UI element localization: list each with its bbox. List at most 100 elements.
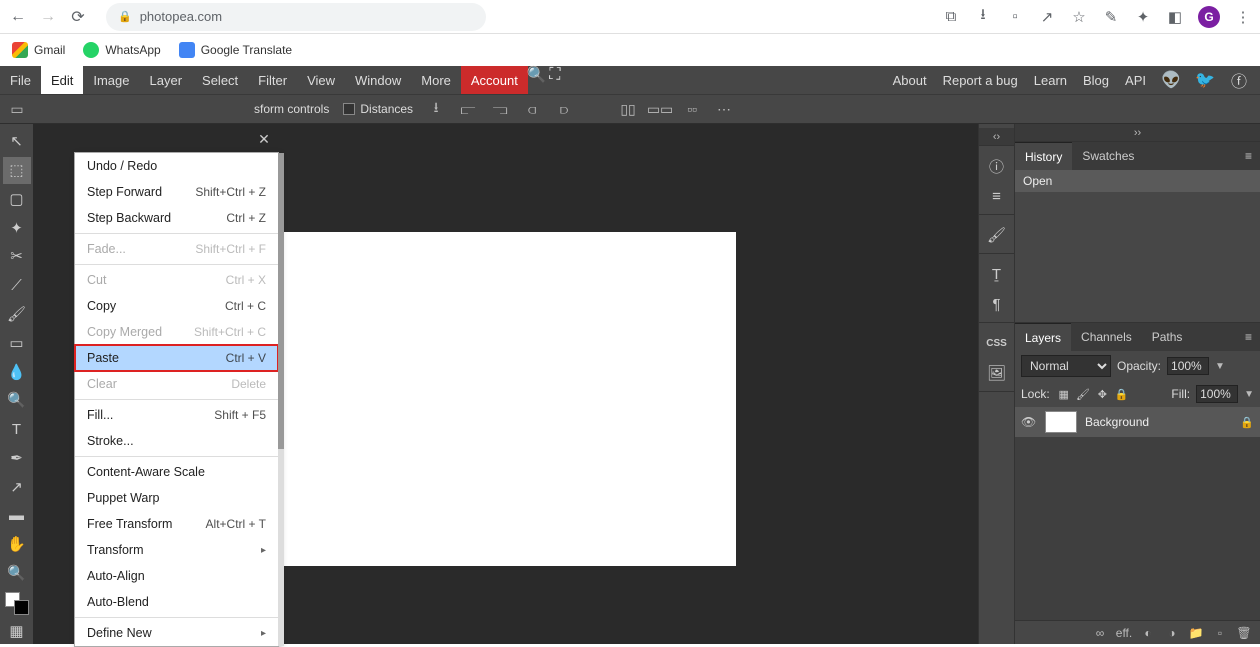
distribute-sp-icon[interactable]: ▫▫	[683, 100, 701, 118]
css-panel-icon[interactable]: CSS	[983, 329, 1011, 357]
zoom-tool[interactable]: 🔍	[3, 559, 31, 586]
fill-dropdown-icon[interactable]: ▼	[1244, 389, 1254, 400]
lock-trans-icon[interactable]: ▦	[1056, 386, 1072, 402]
blend-mode-select[interactable]: Normal	[1021, 355, 1111, 377]
lock-move-icon[interactable]: ✥	[1094, 386, 1110, 402]
folder-icon[interactable]: 📁	[1188, 625, 1204, 641]
tab-paths[interactable]: Paths	[1142, 323, 1193, 351]
address-bar[interactable]: 🔒 photopea.com	[106, 3, 486, 31]
dropdown-scrollbar[interactable]	[278, 153, 284, 646]
layer-thumbnail[interactable]	[1045, 411, 1077, 433]
menu-filter[interactable]: Filter	[248, 66, 297, 94]
paragraph-panel-icon[interactable]: ¶	[983, 290, 1011, 318]
color-swatches[interactable]	[5, 592, 29, 615]
align-top-icon[interactable]: ⫐	[555, 100, 573, 118]
download-icon[interactable]: ⭳	[974, 8, 992, 26]
twitter-icon[interactable]: 🐦	[1196, 71, 1214, 89]
mask-icon[interactable]: ◐	[1140, 625, 1156, 641]
image-panel-icon[interactable]: 🖼	[983, 359, 1011, 387]
distribute-h-icon[interactable]: ▯▯	[619, 100, 637, 118]
align-download-icon[interactable]: ⭳	[427, 100, 445, 118]
menu-more[interactable]: More	[411, 66, 461, 94]
fullscreen-icon[interactable]: ⛶	[546, 66, 564, 84]
move-tool[interactable]: ↖	[3, 128, 31, 155]
brush-tool[interactable]: 🖌	[3, 301, 31, 328]
edit-menu-item-fill[interactable]: Fill...Shift + F5	[75, 402, 278, 428]
bookmark-translate[interactable]: Google Translate	[179, 42, 292, 58]
lock-all-icon[interactable]: 🔒	[1114, 386, 1130, 402]
character-panel-icon[interactable]: Ṯ	[983, 260, 1011, 288]
bookmark-star-icon[interactable]: ☆	[1070, 8, 1088, 26]
extensions-icon[interactable]: ✦	[1134, 8, 1152, 26]
trash-icon[interactable]: 🗑	[1236, 625, 1252, 641]
path-tool[interactable]: ↗	[3, 473, 31, 500]
eyedropper-icon[interactable]: ✎	[1102, 8, 1120, 26]
menu-account[interactable]: Account	[461, 66, 528, 94]
bookmark-gmail[interactable]: Gmail	[12, 42, 65, 58]
menu-edit[interactable]: Edit	[41, 66, 83, 94]
link-layers-icon[interactable]: ∞	[1092, 625, 1108, 641]
history-item-open[interactable]: Open	[1015, 170, 1260, 192]
pen-tool[interactable]: ✒	[3, 444, 31, 471]
canvas[interactable]	[276, 232, 736, 566]
install-icon[interactable]: ⧉	[942, 8, 960, 26]
edit-menu-item-auto-align[interactable]: Auto-Align	[75, 563, 278, 589]
align-left-icon[interactable]: ⫍	[459, 100, 477, 118]
sidepanel-icon[interactable]: ◧	[1166, 8, 1184, 26]
collapse-panels-icon[interactable]: ››	[1134, 127, 1141, 139]
eraser-tool[interactable]: ▭	[3, 329, 31, 356]
tool-preset-icon[interactable]: ▭	[8, 100, 26, 118]
profile-avatar[interactable]: G	[1198, 6, 1220, 28]
layers-panel-menu-icon[interactable]: ≡	[1237, 323, 1260, 351]
reload-button[interactable]: ⟳	[68, 7, 88, 27]
info-panel-icon[interactable]: ⓘ	[983, 152, 1011, 180]
edit-menu-item-step-backward[interactable]: Step BackwardCtrl + Z	[75, 205, 278, 231]
tab-history[interactable]: History	[1015, 142, 1072, 170]
edit-menu-item-puppet-warp[interactable]: Puppet Warp	[75, 485, 278, 511]
fx-text[interactable]: eff.	[1116, 625, 1132, 641]
layer-row-background[interactable]: 👁 Background 🔒	[1015, 407, 1260, 437]
edit-menu-item-auto-blend[interactable]: Auto-Blend	[75, 589, 278, 615]
crop-tool[interactable]: ✂	[3, 243, 31, 270]
hand-tool[interactable]: ✋	[3, 531, 31, 558]
edit-menu-item-step-forward[interactable]: Step ForwardShift+Ctrl + Z	[75, 179, 278, 205]
reddit-icon[interactable]: 👽	[1162, 71, 1180, 89]
menu-view[interactable]: View	[297, 66, 345, 94]
lock-paint-icon[interactable]: 🖌	[1075, 386, 1091, 402]
shape-tool[interactable]: ▬	[3, 502, 31, 529]
edit-menu-item-content-aware-scale[interactable]: Content-Aware Scale	[75, 459, 278, 485]
distances-checkbox[interactable]: Distances	[343, 102, 413, 116]
distribute-v-icon[interactable]: ▭▭	[651, 100, 669, 118]
search-icon[interactable]: 🔍	[528, 66, 546, 84]
eyedropper-tool[interactable]: ⟋	[3, 272, 31, 299]
edit-menu-item-stroke[interactable]: Stroke...	[75, 428, 278, 454]
menu-select[interactable]: Select	[192, 66, 248, 94]
opacity-dropdown-icon[interactable]: ▼	[1215, 361, 1225, 372]
menu-layer[interactable]: Layer	[140, 66, 193, 94]
link-learn[interactable]: Learn	[1034, 73, 1067, 88]
link-blog[interactable]: Blog	[1083, 73, 1109, 88]
kebab-menu-icon[interactable]: ⋮	[1234, 8, 1252, 26]
align-right-icon[interactable]: ⫏	[523, 100, 541, 118]
more-options-icon[interactable]: ⋯	[715, 100, 733, 118]
link-api[interactable]: API	[1125, 73, 1146, 88]
link-report[interactable]: Report a bug	[943, 73, 1018, 88]
visibility-icon[interactable]: 👁	[1021, 415, 1037, 429]
menu-window[interactable]: Window	[345, 66, 411, 94]
quickmask-tool[interactable]: ▦	[3, 617, 31, 644]
fill-input[interactable]	[1196, 385, 1238, 403]
text-tool[interactable]: T	[3, 416, 31, 443]
panel-menu-icon[interactable]: ≡	[1237, 142, 1260, 170]
adjustment-icon[interactable]: ◑	[1164, 625, 1180, 641]
link-about[interactable]: About	[893, 73, 927, 88]
opacity-input[interactable]	[1167, 357, 1209, 375]
brushes-panel-icon[interactable]: 🖌	[983, 221, 1011, 249]
menu-image[interactable]: Image	[83, 66, 139, 94]
facebook-icon[interactable]: ⓕ	[1230, 71, 1248, 89]
edit-menu-item-transform[interactable]: Transform	[75, 537, 278, 563]
adjust-panel-icon[interactable]: ≡	[983, 182, 1011, 210]
menu-file[interactable]: File	[0, 66, 41, 94]
align-center-h-icon[interactable]: ⫎	[491, 100, 509, 118]
back-button[interactable]: ←	[8, 7, 28, 27]
layer-lock-icon[interactable]: 🔒	[1240, 416, 1254, 429]
